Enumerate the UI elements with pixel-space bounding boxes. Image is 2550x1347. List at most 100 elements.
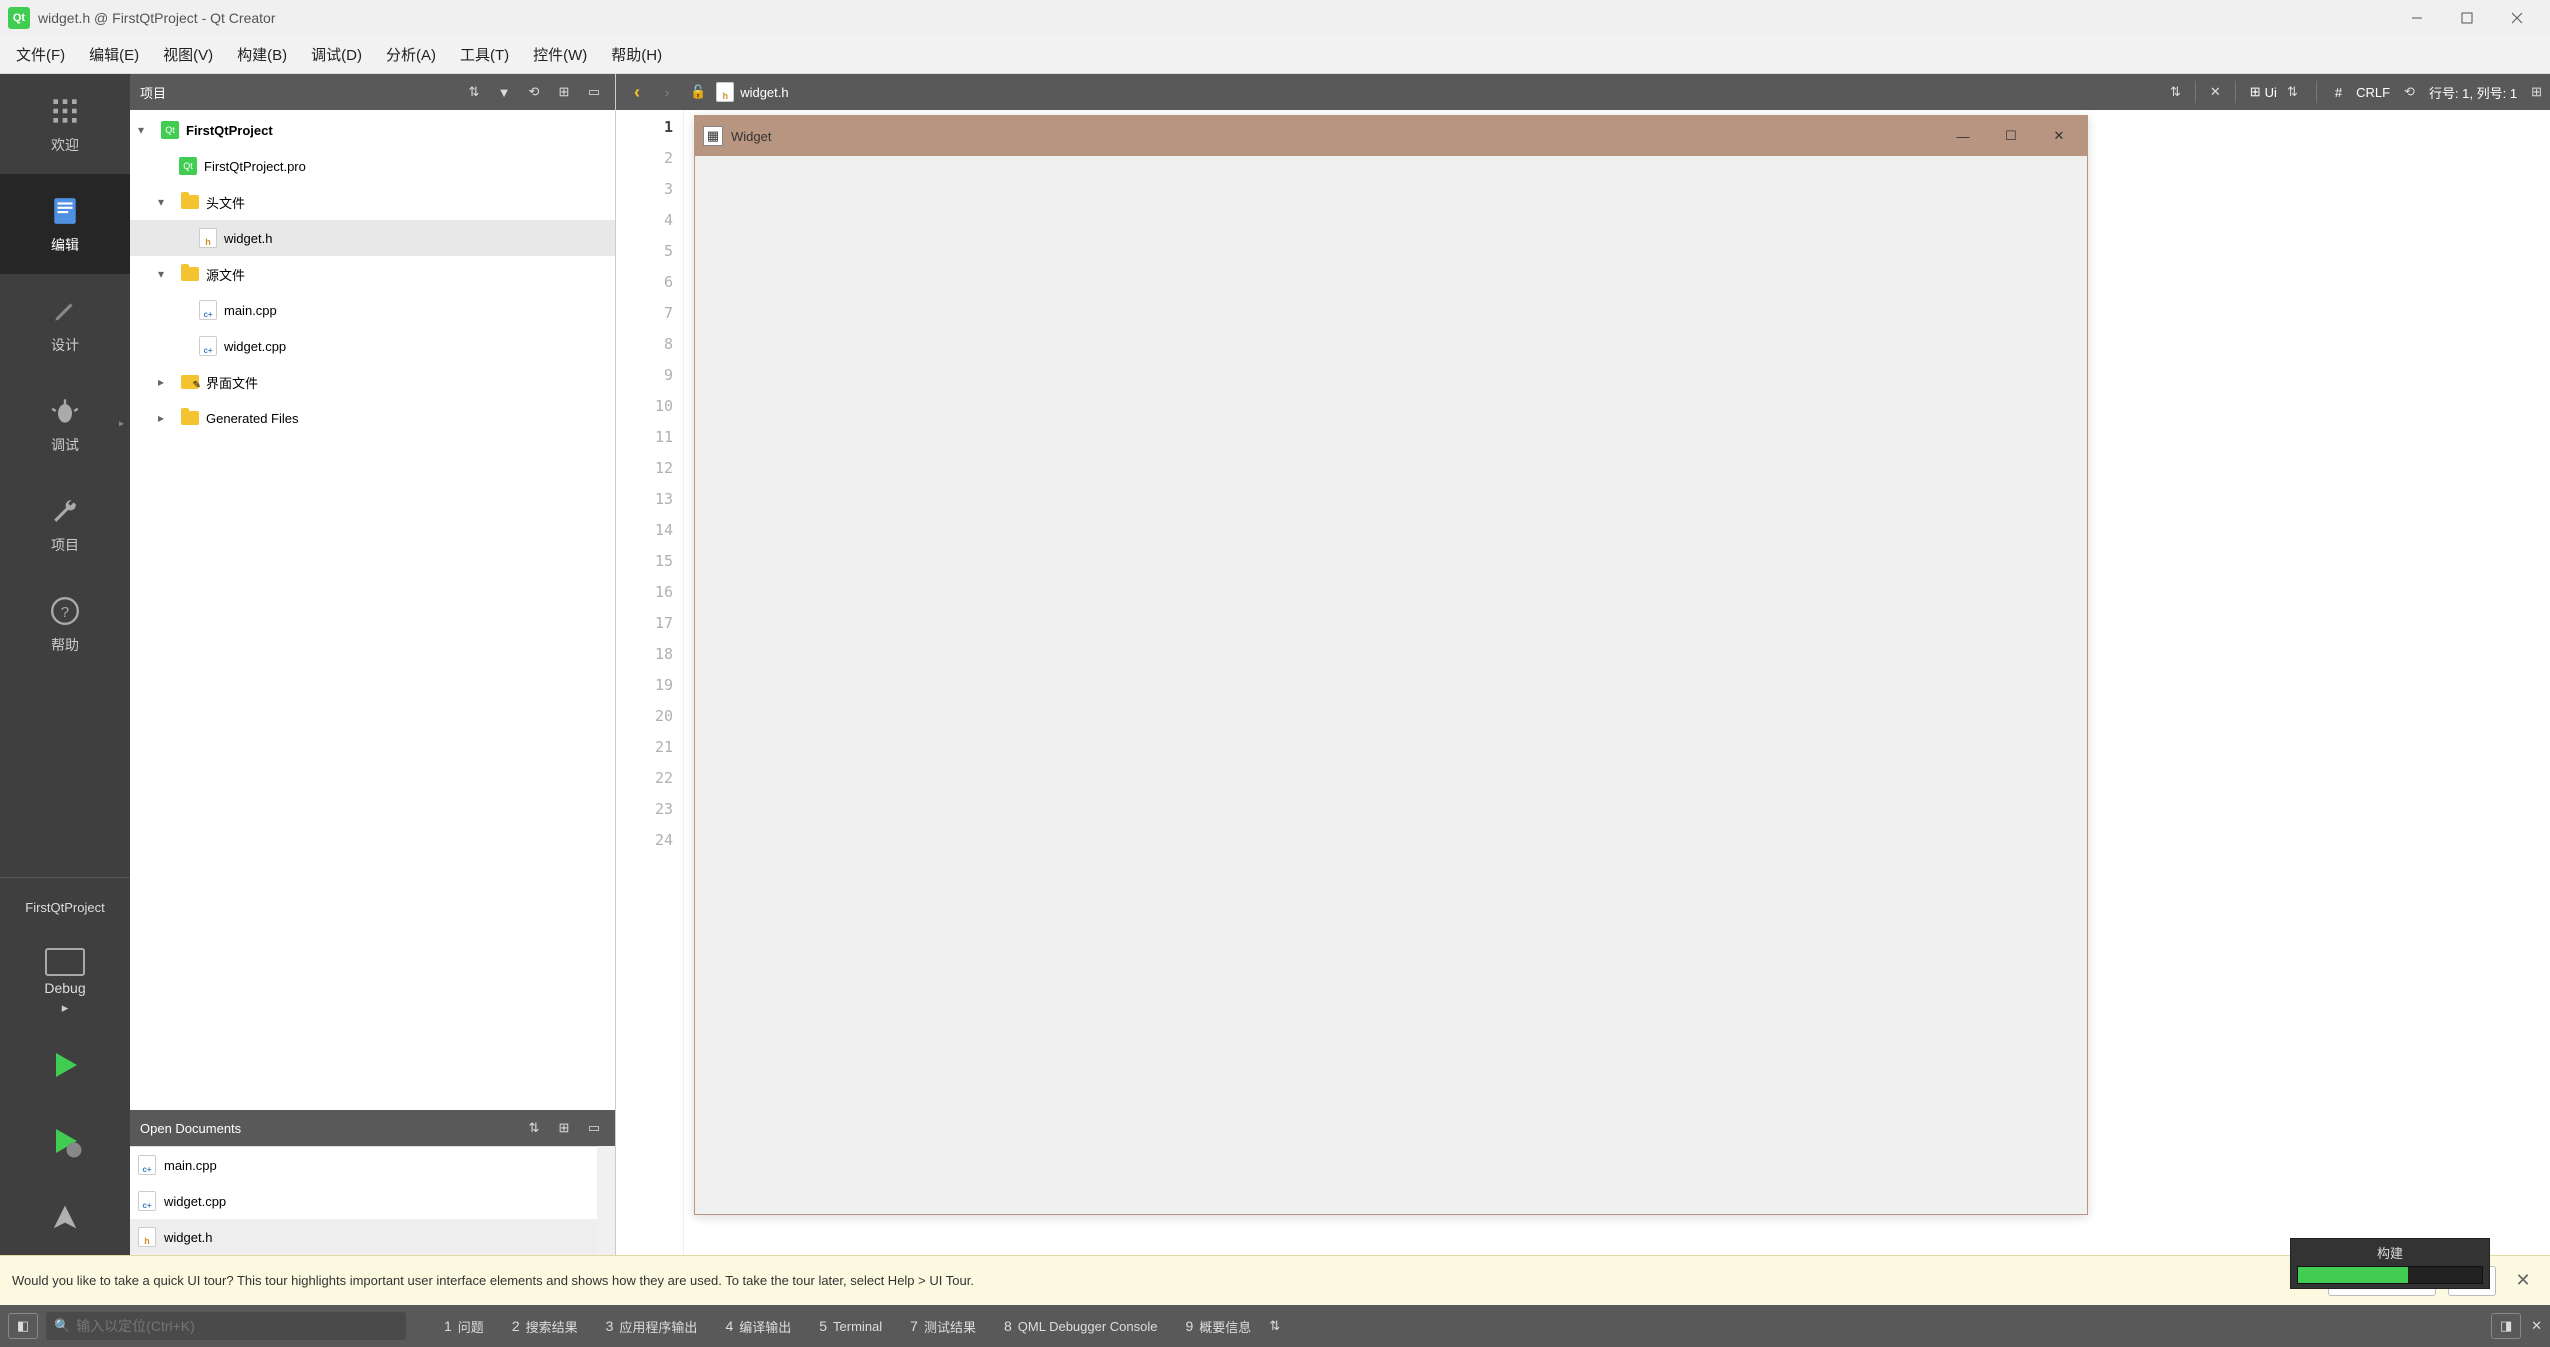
line-number[interactable]: 16	[616, 577, 683, 608]
split-editor-icon[interactable]: ⊞	[2531, 84, 2542, 100]
line-number[interactable]: 8	[616, 329, 683, 360]
toggle-right-sidebar-button[interactable]: ◨	[2491, 1313, 2521, 1339]
widget-client-area[interactable]	[695, 156, 2087, 1214]
output-qml[interactable]: 8QML Debugger Console	[994, 1314, 1168, 1338]
menu-debug[interactable]: 调试(D)	[299, 36, 374, 73]
lock-icon[interactable]: 🔓	[690, 84, 706, 100]
widget-titlebar[interactable]: ▦ Widget — ☐ ✕	[695, 116, 2087, 156]
mode-debug[interactable]: 调试 ▸	[0, 374, 130, 474]
updown-icon[interactable]: ⇅	[523, 1117, 545, 1139]
tree-headers-folder[interactable]: ▾ 头文件	[130, 184, 615, 220]
filter-icon[interactable]: ▼	[493, 81, 515, 103]
mode-projects[interactable]: 项目	[0, 474, 130, 574]
split-add-icon[interactable]: ⊞	[553, 1117, 575, 1139]
menu-analyze[interactable]: 分析(A)	[374, 36, 448, 73]
line-number[interactable]: 17	[616, 608, 683, 639]
split-add-icon[interactable]: ⊞	[553, 81, 575, 103]
line-number[interactable]: 5	[616, 236, 683, 267]
window-minimize-button[interactable]	[2392, 2, 2442, 34]
close-pane-icon[interactable]: ▭	[583, 1117, 605, 1139]
open-docs-scrollbar[interactable]	[597, 1146, 615, 1255]
output-test[interactable]: 7测试结果	[900, 1313, 986, 1340]
line-number[interactable]: 15	[616, 546, 683, 577]
menu-widgets[interactable]: 控件(W)	[521, 36, 599, 73]
menu-file[interactable]: 文件(F)	[4, 36, 77, 73]
outline-combo[interactable]: ⊞ Ui	[2250, 84, 2277, 100]
line-number[interactable]: 4	[616, 205, 683, 236]
tree-main-cpp[interactable]: c+ main.cpp	[130, 292, 615, 328]
code-editor-surface[interactable]: ▦ Widget — ☐ ✕	[684, 110, 2550, 1255]
widget-close-button[interactable]: ✕	[2039, 121, 2079, 151]
widget-maximize-button[interactable]: ☐	[1991, 121, 2031, 151]
line-number[interactable]: 20	[616, 701, 683, 732]
collapse-icon[interactable]: ▭	[583, 81, 605, 103]
window-maximize-button[interactable]	[2442, 2, 2492, 34]
running-widget-window[interactable]: ▦ Widget — ☐ ✕	[694, 115, 2088, 1215]
line-number[interactable]: 23	[616, 794, 683, 825]
nav-forward-button[interactable]: ›	[654, 79, 680, 105]
output-terminal[interactable]: 5Terminal	[809, 1314, 892, 1338]
close-file-button[interactable]: ✕	[2210, 84, 2221, 100]
bookmark-label[interactable]: #	[2335, 85, 2342, 100]
widget-minimize-button[interactable]: —	[1943, 121, 1983, 151]
toggle-sidebar-button[interactable]: ◧	[8, 1313, 38, 1339]
tree-sources-folder[interactable]: ▾ 源文件	[130, 256, 615, 292]
line-number[interactable]: 10	[616, 391, 683, 422]
line-number[interactable]: 9	[616, 360, 683, 391]
build-button[interactable]	[0, 1179, 130, 1255]
mode-edit[interactable]: 编辑	[0, 174, 130, 274]
window-close-button[interactable]	[2492, 2, 2542, 34]
tree-ui-folder[interactable]: ▸ 界面文件	[130, 364, 615, 400]
open-doc-main-cpp[interactable]: c+ main.cpp	[130, 1147, 597, 1183]
line-number[interactable]: 19	[616, 670, 683, 701]
updown-icon[interactable]: ⇅	[1269, 1318, 1280, 1334]
output-issues[interactable]: 1问题	[434, 1313, 494, 1340]
line-number[interactable]: 6	[616, 267, 683, 298]
mode-design[interactable]: 设计	[0, 274, 130, 374]
menu-build[interactable]: 构建(B)	[225, 36, 299, 73]
encoding-label[interactable]: CRLF	[2356, 85, 2390, 100]
line-number[interactable]: 18	[616, 639, 683, 670]
tree-project-root[interactable]: ▾ Qt FirstQtProject	[130, 112, 615, 148]
line-number[interactable]: 14	[616, 515, 683, 546]
file-selector[interactable]: h widget.h	[716, 82, 2160, 102]
open-doc-widget-h[interactable]: h widget.h	[130, 1219, 597, 1255]
output-summary[interactable]: 9概要信息	[1176, 1313, 1262, 1340]
output-compile[interactable]: 4编译输出	[715, 1313, 801, 1340]
menu-tools[interactable]: 工具(T)	[448, 36, 521, 73]
run-button[interactable]	[0, 1027, 130, 1103]
line-number[interactable]: 11	[616, 422, 683, 453]
line-number[interactable]: 2	[616, 143, 683, 174]
locator-search[interactable]: 🔍	[46, 1312, 406, 1340]
project-selector[interactable]: FirstQtProject	[0, 877, 130, 937]
tree-generated-folder[interactable]: ▸ Generated Files	[130, 400, 615, 436]
line-number[interactable]: 21	[616, 732, 683, 763]
line-number[interactable]: 3	[616, 174, 683, 205]
line-number[interactable]: 22	[616, 763, 683, 794]
mode-welcome[interactable]: 欢迎	[0, 74, 130, 174]
tree-widget-h[interactable]: h widget.h	[130, 220, 615, 256]
line-number[interactable]: 24	[616, 825, 683, 856]
locator-input[interactable]	[76, 1318, 398, 1334]
menu-edit[interactable]: 编辑(E)	[77, 36, 151, 73]
cursor-position-label[interactable]: 行号: 1, 列号: 1	[2429, 83, 2517, 102]
mode-help[interactable]: ? 帮助	[0, 574, 130, 674]
line-number[interactable]: 1	[616, 112, 683, 143]
line-number[interactable]: 12	[616, 453, 683, 484]
tree-pro-file[interactable]: Qt FirstQtProject.pro	[130, 148, 615, 184]
updown-icon[interactable]: ⇅	[2170, 84, 2181, 100]
build-target-selector[interactable]: Debug ▸	[0, 937, 130, 1027]
run-debug-button[interactable]	[0, 1103, 130, 1179]
output-search[interactable]: 2搜索结果	[502, 1313, 588, 1340]
line-number[interactable]: 7	[616, 298, 683, 329]
updown-icon[interactable]: ⇅	[463, 81, 485, 103]
line-number-gutter[interactable]: 123456789101112131415161718192021222324	[616, 110, 684, 1255]
close-output-button[interactable]: ✕	[2531, 1318, 2542, 1334]
tour-close-button[interactable]: ✕	[2508, 1270, 2538, 1291]
menu-help[interactable]: 帮助(H)	[599, 36, 674, 73]
menu-view[interactable]: 视图(V)	[151, 36, 225, 73]
open-doc-widget-cpp[interactable]: c+ widget.cpp	[130, 1183, 597, 1219]
updown-icon[interactable]: ⇅	[2287, 84, 2298, 100]
nav-back-button[interactable]: ‹	[624, 79, 650, 105]
output-application[interactable]: 3应用程序输出	[596, 1313, 708, 1340]
